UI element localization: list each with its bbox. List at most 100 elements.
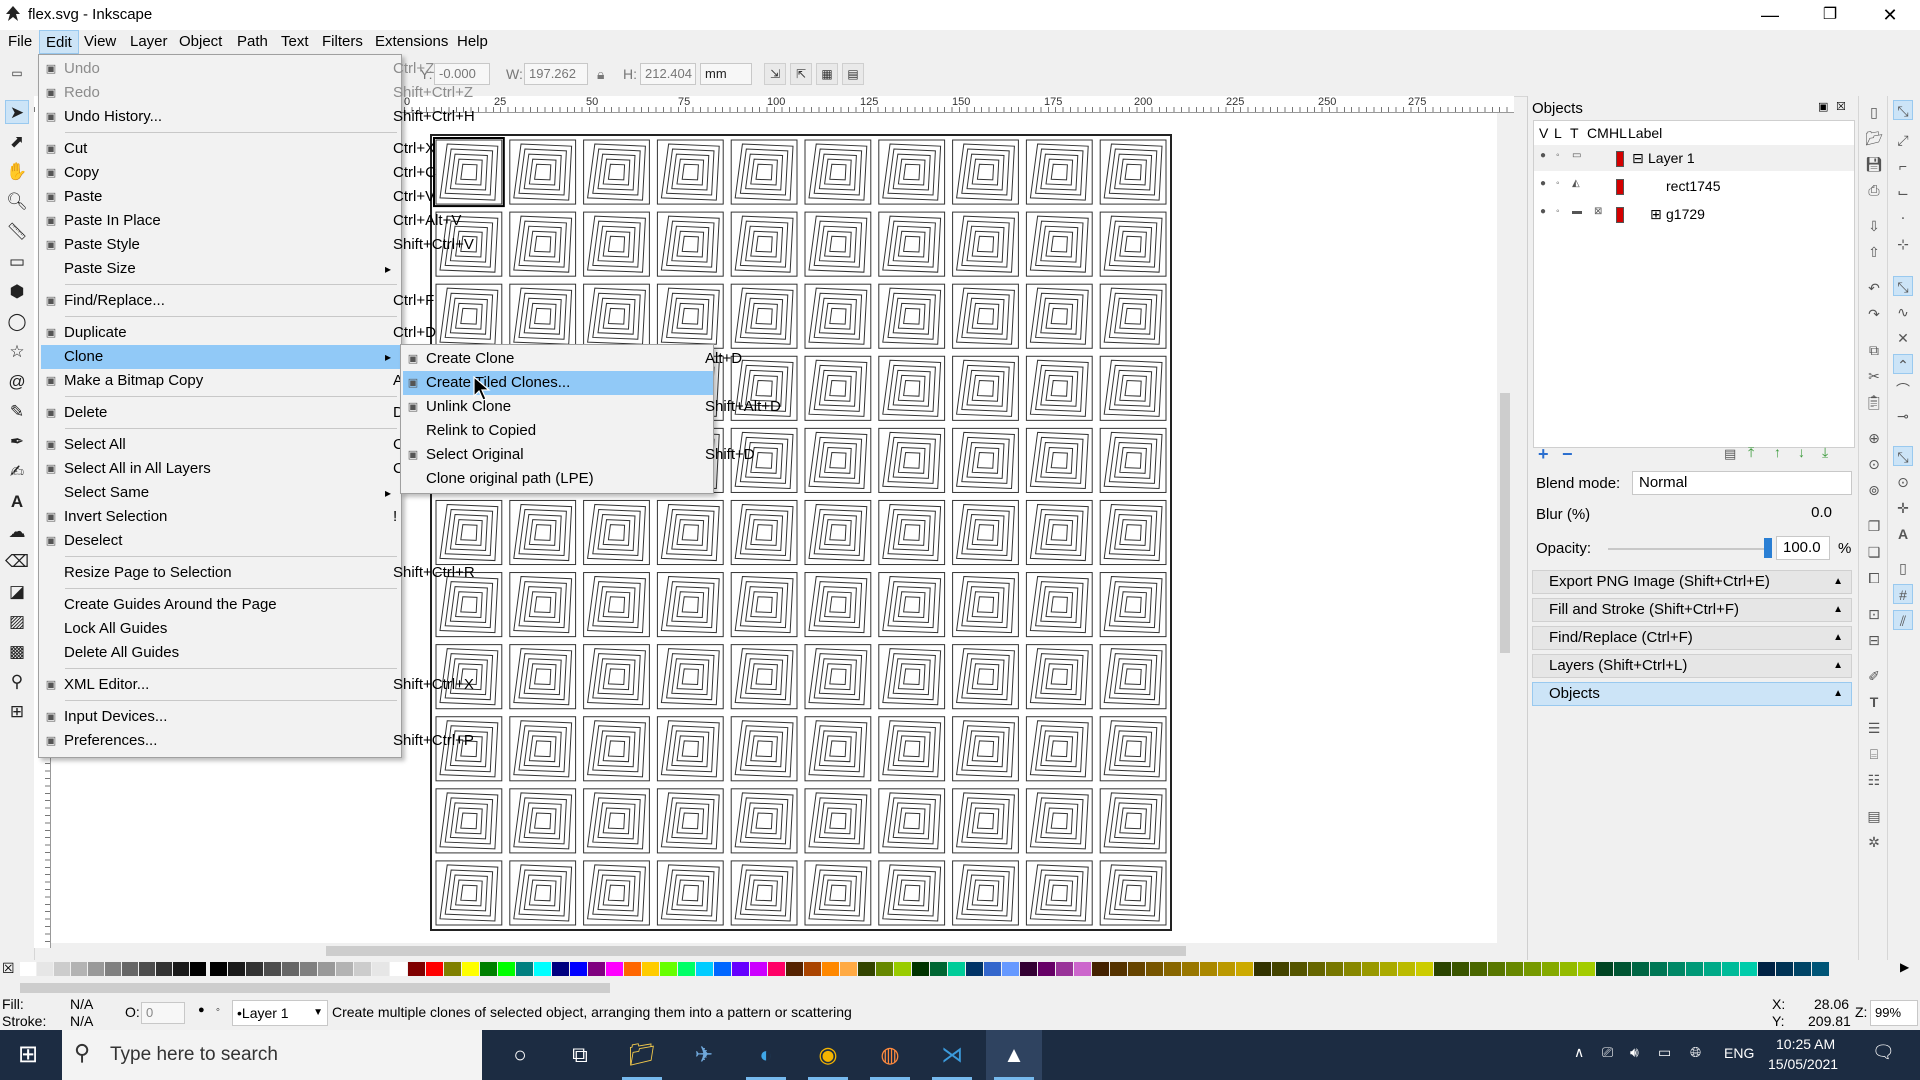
- tray-volume-icon[interactable]: 🔊︎: [1630, 1044, 1639, 1061]
- menu-extensions[interactable]: Extensions: [369, 30, 454, 54]
- tray-time[interactable]: 10:25 AM: [1776, 1036, 1835, 1052]
- opacity-input[interactable]: 100.0: [1776, 536, 1830, 560]
- dock-find-replace[interactable]: Find/Replace (Ctrl+F) ▲: [1532, 626, 1852, 650]
- snap-bbox-centers-icon[interactable]: ⊹: [1893, 234, 1913, 254]
- palette-swatch[interactable]: [139, 962, 155, 976]
- vscode-icon[interactable]: ⋊: [924, 1030, 980, 1080]
- palette-swatch[interactable]: [1632, 962, 1649, 976]
- width-input[interactable]: 197.262: [524, 63, 588, 85]
- vertical-scrollbar[interactable]: [1497, 113, 1513, 943]
- palette-swatch[interactable]: [858, 962, 875, 976]
- palette-swatch[interactable]: [372, 962, 389, 976]
- palette-swatch[interactable]: [606, 962, 623, 976]
- zoom-selection-icon[interactable]: ⊕: [1864, 428, 1884, 448]
- opacity-status-input[interactable]: 0: [141, 1002, 185, 1024]
- palette-swatch[interactable]: [88, 962, 104, 976]
- opacity-slider[interactable]: [1608, 548, 1768, 550]
- zoom-page-icon[interactable]: ⊚: [1864, 480, 1884, 500]
- menu-edit[interactable]: Edit: [39, 30, 79, 54]
- rectangle-tool-icon[interactable]: ▭: [5, 250, 29, 274]
- palette-swatch[interactable]: [1776, 962, 1793, 976]
- palette-swatch[interactable]: [228, 962, 245, 976]
- snap-rotation-center-icon[interactable]: ✛: [1893, 498, 1913, 518]
- palette-swatch[interactable]: [1110, 962, 1127, 976]
- palette-swatch[interactable]: [1236, 962, 1253, 976]
- tweak-tool-icon[interactable]: ✋: [5, 160, 29, 184]
- menu-item-deselect[interactable]: ▣ Deselect: [41, 529, 401, 553]
- lower-to-bottom-icon[interactable]: ⤓: [1822, 444, 1828, 461]
- palette-swatch[interactable]: [1002, 962, 1019, 976]
- menu-item-select-original[interactable]: ▣ Select Original Shift+D: [403, 443, 755, 467]
- palette-swatch[interactable]: [1812, 962, 1829, 976]
- raise-to-top-icon[interactable]: ⤒: [1748, 444, 1754, 461]
- palette-swatch[interactable]: [1470, 962, 1487, 976]
- export-icon[interactable]: ⇧: [1864, 242, 1884, 262]
- palette-swatch[interactable]: [105, 962, 121, 976]
- menu-item-clone[interactable]: Clone ▸: [41, 345, 401, 369]
- menu-item-invert-selection[interactable]: ▣ Invert Selection!: [41, 505, 401, 529]
- menu-object[interactable]: Object: [173, 30, 228, 54]
- palette-swatch[interactable]: [444, 962, 461, 976]
- menu-help[interactable]: Help: [451, 30, 494, 54]
- highlight-color-swatch[interactable]: [1616, 179, 1624, 195]
- palette-swatch[interactable]: [732, 962, 749, 976]
- snap-toggle-icon[interactable]: ⤡: [1893, 100, 1913, 120]
- chrome-browser-icon[interactable]: ◉: [800, 1030, 856, 1080]
- zoom-input[interactable]: 99%: [1870, 1000, 1918, 1026]
- fill-value[interactable]: N/A: [70, 996, 93, 1012]
- palette-swatch[interactable]: [1290, 962, 1307, 976]
- tray-date[interactable]: 15/05/2021: [1768, 1056, 1838, 1072]
- palette-swatch[interactable]: [1380, 962, 1397, 976]
- lower-icon[interactable]: ↓: [1798, 444, 1805, 460]
- palette-swatch[interactable]: [1452, 962, 1469, 976]
- layer-lock-icon[interactable]: ◦: [216, 1004, 220, 1016]
- palette-swatch[interactable]: [1254, 962, 1271, 976]
- palette-swatch[interactable]: [1218, 962, 1235, 976]
- lock-icon[interactable]: ◦: [1556, 151, 1566, 161]
- snap-guides-icon[interactable]: ⫽: [1893, 610, 1913, 630]
- palette-swatch[interactable]: [1020, 962, 1037, 976]
- menu-item-resize-page-to-selection[interactable]: Resize Page to Selection Shift+Ctrl+R: [41, 561, 475, 585]
- snap-intersections-icon[interactable]: ✕: [1893, 328, 1913, 348]
- gradient-tool-icon[interactable]: ▨: [5, 610, 29, 634]
- preferences-icon[interactable]: ✲: [1864, 832, 1884, 852]
- menu-item-redo[interactable]: ▣ Redo Shift+Ctrl+Z: [41, 81, 473, 105]
- palette-swatch[interactable]: [1740, 962, 1757, 976]
- lock-icon[interactable]: ◦: [1556, 179, 1566, 189]
- opacity-slider-handle[interactable]: [1764, 538, 1772, 558]
- palette-swatch[interactable]: [1704, 962, 1721, 976]
- palette-swatch[interactable]: [966, 962, 983, 976]
- selector-tool-icon[interactable]: ➤: [5, 100, 29, 124]
- menu-item-select-same[interactable]: Select Same ▸: [41, 481, 401, 505]
- print-icon[interactable]: ⎙: [1864, 180, 1884, 200]
- palette-swatch[interactable]: [642, 962, 659, 976]
- height-input[interactable]: 212.404: [640, 63, 696, 85]
- menu-filters[interactable]: Filters: [316, 30, 369, 54]
- menu-file[interactable]: File: [2, 30, 38, 54]
- palette-swatch[interactable]: [1182, 962, 1199, 976]
- palette-swatch[interactable]: [696, 962, 713, 976]
- color-palette[interactable]: ☒ ▶: [0, 960, 1920, 980]
- tray-language[interactable]: ENG: [1724, 1045, 1754, 1061]
- text-tool-icon[interactable]: A: [5, 490, 29, 514]
- horizontal-scrollbar[interactable]: [51, 943, 1497, 959]
- unlink-clone-icon[interactable]: ⧠: [1864, 568, 1884, 588]
- pencil-tool-icon[interactable]: ✎: [5, 400, 29, 424]
- visible-eye-icon[interactable]: ●: [1540, 207, 1550, 217]
- menu-item-xml-editor[interactable]: ▣ XML Editor... Shift+Ctrl+X: [41, 673, 474, 697]
- palette-swatch[interactable]: [1308, 962, 1325, 976]
- palette-swatch[interactable]: [1488, 962, 1505, 976]
- panel-close-icon[interactable]: ☒: [1836, 100, 1846, 113]
- palette-swatch[interactable]: [1578, 962, 1595, 976]
- palette-swatch[interactable]: [930, 962, 947, 976]
- raise-icon[interactable]: ↑: [1774, 444, 1781, 460]
- palette-swatch[interactable]: [210, 962, 227, 976]
- menu-item-copy[interactable]: ▣ Copy Ctrl+C: [41, 161, 436, 185]
- menu-item-paste[interactable]: ▣ Paste Ctrl+V: [41, 185, 435, 209]
- duplicate-icon[interactable]: ❐: [1864, 516, 1884, 536]
- palette-swatch[interactable]: [318, 962, 335, 976]
- palette-swatch[interactable]: [1650, 962, 1667, 976]
- palette-swatch[interactable]: [1362, 962, 1379, 976]
- menu-path[interactable]: Path: [231, 30, 274, 54]
- palette-swatch[interactable]: [1524, 962, 1541, 976]
